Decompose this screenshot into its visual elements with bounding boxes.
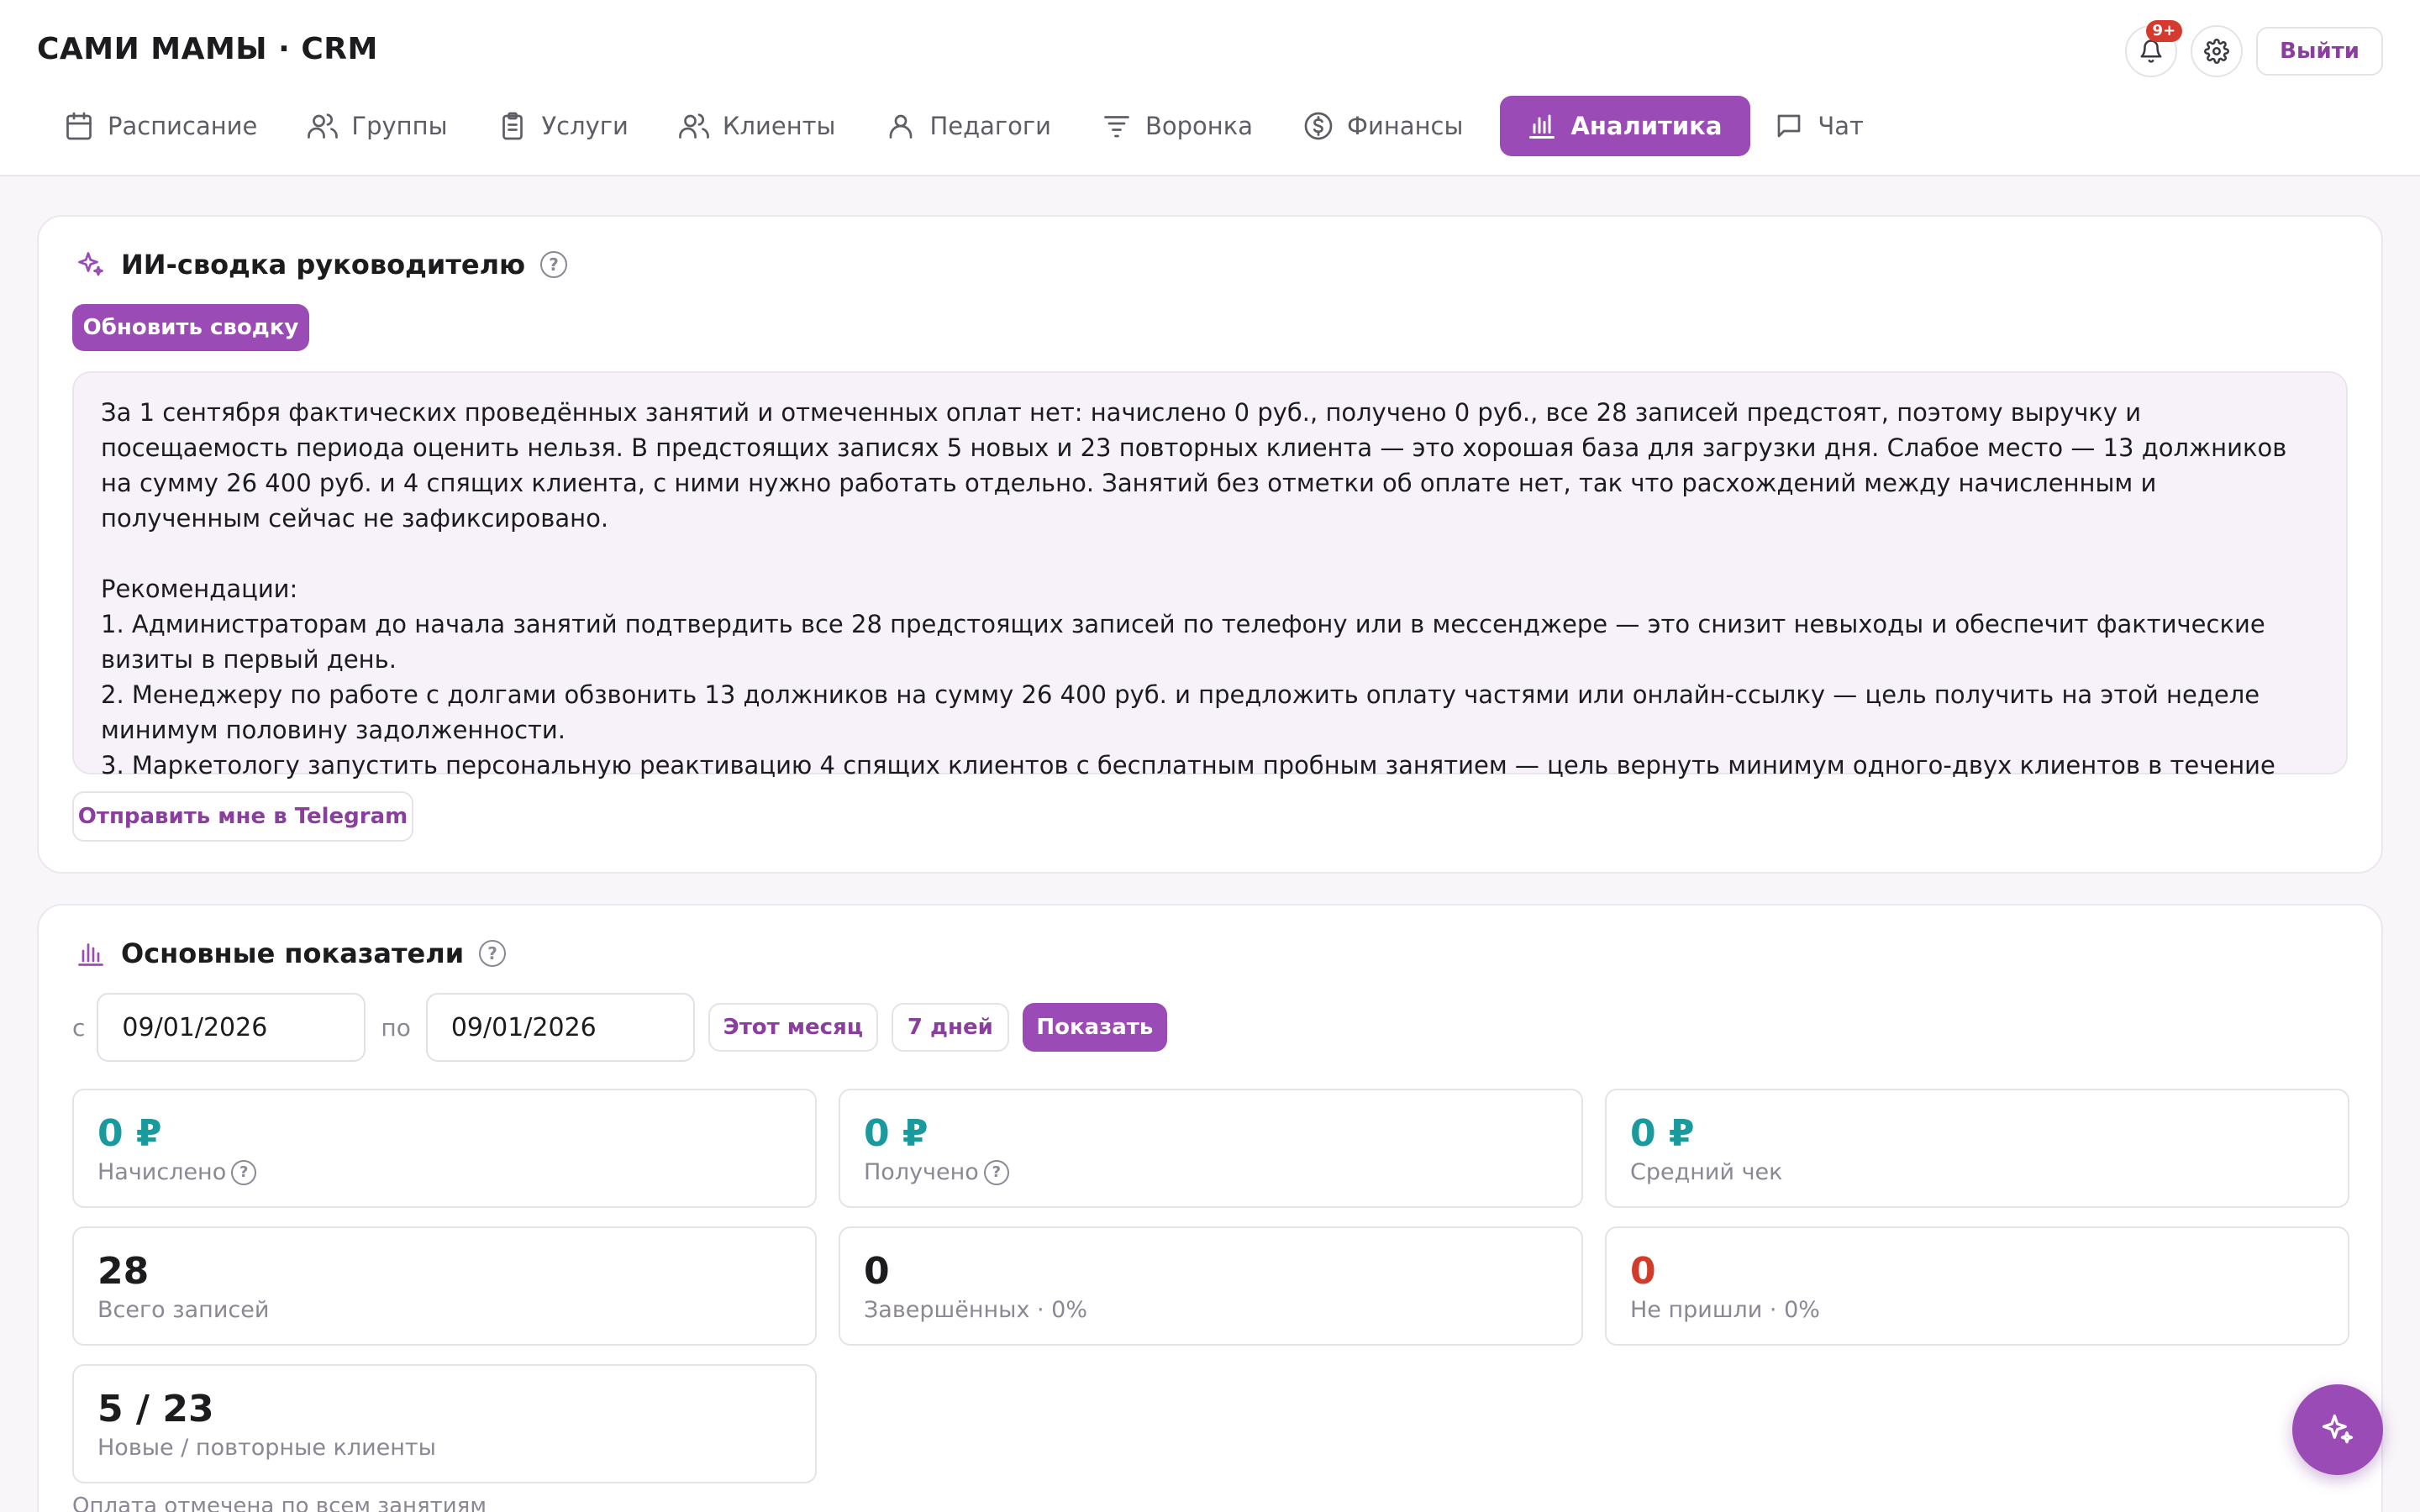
- stat-value: 0 ₽: [864, 1112, 929, 1155]
- nav-item-label: Финансы: [1347, 112, 1464, 140]
- nav-item-schedule[interactable]: Расписание: [50, 96, 284, 156]
- date-from-input[interactable]: 09/01/2026: [97, 993, 366, 1062]
- stat-label: Получено: [864, 1159, 979, 1185]
- main-nav: Расписание Группы Услуги Клиенты Педагог…: [50, 96, 1901, 156]
- users-icon: [308, 113, 339, 139]
- stat-tile-total-bookings: 28 Всего записей: [72, 1226, 817, 1346]
- help-icon[interactable]: ?: [231, 1159, 257, 1185]
- settings-button[interactable]: [2191, 25, 2244, 77]
- sparkles-icon: [78, 252, 103, 276]
- filter-icon: [1104, 116, 1129, 138]
- nav-item-funnel[interactable]: Воронка: [1088, 96, 1280, 156]
- nav-item-teachers[interactable]: Педагоги: [872, 96, 1078, 156]
- app-title: САМИ МАМЫ · CRM: [37, 32, 378, 66]
- stat-tile-received: 0 ₽ Получено ?: [839, 1089, 1583, 1208]
- sparkles-icon: [2322, 1414, 2354, 1444]
- stat-tile-no-show: 0 Не пришли · 0%: [1605, 1226, 2349, 1346]
- this-month-button[interactable]: Этот месяц: [708, 1003, 878, 1052]
- ai-summary-title: ИИ-сводка руководителю: [121, 249, 526, 281]
- seven-days-button[interactable]: 7 дней: [891, 1003, 1009, 1052]
- header-actions: 9+ Выйти: [2125, 20, 2383, 77]
- stat-label-row: Начислено ?: [97, 1159, 257, 1185]
- nav-item-label: Услуги: [541, 112, 629, 140]
- nav-item-label: Аналитика: [1570, 112, 1723, 140]
- clipboard-icon: [502, 112, 523, 140]
- stat-tile-new-returning: 5 / 23 Новые / повторные клиенты: [72, 1364, 817, 1483]
- ai-assistant-fab[interactable]: [2292, 1384, 2383, 1475]
- nav-item-clients[interactable]: Клиенты: [666, 96, 863, 156]
- notifications-badge: 9+: [2145, 20, 2183, 42]
- help-icon[interactable]: ?: [540, 251, 568, 278]
- date-filter: с 09/01/2026 по 09/01/2026 Этот месяц 7 …: [72, 993, 1167, 1062]
- bell-icon: [2140, 39, 2162, 63]
- stat-value: 0 ₽: [97, 1112, 162, 1155]
- stat-label-row: Получено ?: [864, 1159, 1009, 1185]
- bar-chart-icon: [78, 943, 103, 966]
- stat-value: 0: [864, 1250, 890, 1293]
- nav-item-finance[interactable]: Финансы: [1290, 96, 1490, 156]
- stat-value: 5 / 23: [97, 1388, 214, 1431]
- ai-summary-text-box: За 1 сентября фактических проведённых за…: [72, 371, 2348, 815]
- calendar-icon: [66, 112, 92, 140]
- ai-summary-text: За 1 сентября фактических проведённых за…: [101, 398, 2287, 815]
- send-telegram-button[interactable]: Отправить мне в Telegram: [72, 791, 413, 842]
- notifications-button[interactable]: 9+: [2125, 20, 2183, 77]
- metrics-header: Основные показатели ?: [76, 937, 507, 969]
- stat-label: Средний чек: [1630, 1159, 1783, 1185]
- stat-label: Не пришли · 0%: [1630, 1297, 1820, 1323]
- metrics-title: Основные показатели: [121, 937, 465, 969]
- date-to-input[interactable]: 09/01/2026: [425, 993, 695, 1062]
- gear-icon: [2204, 39, 2230, 64]
- show-button[interactable]: Показать: [1022, 1003, 1167, 1052]
- stat-label: Начислено: [97, 1159, 227, 1185]
- nav-item-services[interactable]: Услуги: [484, 96, 655, 156]
- date-from-label: с: [72, 1013, 86, 1042]
- stat-value: 0 ₽: [1630, 1112, 1695, 1155]
- stat-label: Новые / повторные клиенты: [97, 1435, 436, 1461]
- payment-note: Оплата отмечена по всем занятиям: [72, 1494, 487, 1512]
- dollar-circle-icon: [1304, 112, 1333, 140]
- nav-item-groups[interactable]: Группы: [294, 96, 474, 156]
- chat-icon: [1778, 114, 1801, 138]
- nav-item-label: Педагоги: [929, 112, 1051, 140]
- nav-item-label: Чат: [1818, 112, 1864, 140]
- stat-value: 28: [97, 1250, 150, 1293]
- stat-tile-average-check: 0 ₽ Средний чек: [1605, 1089, 2349, 1208]
- date-to-label: по: [381, 1013, 411, 1042]
- metrics-card: Основные показатели ? с 09/01/2026 по 09…: [37, 904, 2383, 1512]
- help-icon[interactable]: ?: [983, 1159, 1009, 1185]
- ai-summary-card: ИИ-сводка руководителю ? Обновить сводку…: [37, 215, 2383, 874]
- users-icon: [679, 113, 709, 139]
- stat-label: Завершённых · 0%: [864, 1297, 1088, 1323]
- stat-tile-completed: 0 Завершённых · 0%: [839, 1226, 1583, 1346]
- nav-item-label: Клиенты: [722, 112, 836, 140]
- user-icon: [890, 114, 913, 139]
- refresh-summary-button[interactable]: Обновить сводку: [72, 304, 309, 351]
- stat-label: Всего записей: [97, 1297, 270, 1323]
- app-header: САМИ МАМЫ · CRM 9+ Выйти Расписание Груп…: [0, 0, 2420, 176]
- nav-item-analytics[interactable]: Аналитика: [1500, 96, 1751, 156]
- bar-chart-icon: [1529, 114, 1555, 139]
- logout-button[interactable]: Выйти: [2256, 27, 2383, 76]
- nav-item-label: Расписание: [108, 112, 258, 140]
- nav-item-label: Воронка: [1145, 112, 1254, 140]
- ai-summary-header: ИИ-сводка руководителю ?: [76, 249, 568, 281]
- help-icon[interactable]: ?: [479, 940, 507, 967]
- stat-value: 0: [1630, 1250, 1656, 1293]
- nav-item-label: Группы: [351, 112, 448, 140]
- nav-item-chat[interactable]: Чат: [1760, 96, 1891, 156]
- stat-tile-charged: 0 ₽ Начислено ?: [72, 1089, 817, 1208]
